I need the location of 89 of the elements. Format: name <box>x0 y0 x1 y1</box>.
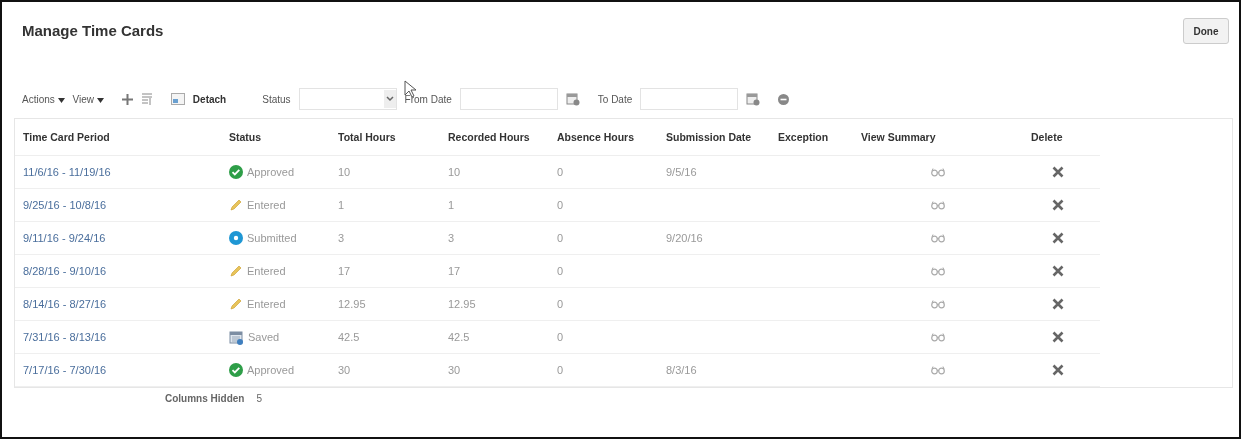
period-link[interactable]: 7/17/16 - 7/30/16 <box>15 364 221 376</box>
column-header[interactable]: Exception <box>770 131 853 143</box>
glasses-icon[interactable] <box>931 299 945 309</box>
glasses-icon[interactable] <box>931 233 945 243</box>
delete-icon[interactable] <box>1052 232 1064 244</box>
table-cell: 42.5 <box>448 331 470 343</box>
calendar-icon[interactable] <box>565 92 580 106</box>
detach-icon[interactable] <box>170 93 185 105</box>
detach-button[interactable]: Detach <box>192 93 227 105</box>
column-header[interactable]: Recorded Hours <box>440 131 549 143</box>
column-header[interactable]: Time Card Period <box>15 131 221 143</box>
table-cell: 12.95 <box>448 298 476 310</box>
pencil-icon <box>229 198 243 212</box>
view-menu[interactable]: View <box>72 93 104 105</box>
from-date-field[interactable] <box>459 88 558 110</box>
table-cell: 0 <box>557 364 564 376</box>
period-link[interactable]: 8/14/16 - 8/27/16 <box>15 298 221 310</box>
delete-icon[interactable] <box>1052 364 1064 376</box>
table-cell: 10 <box>338 166 351 178</box>
actions-menu[interactable]: Actions <box>22 93 65 105</box>
table-cell: 17 <box>338 265 351 277</box>
period-link[interactable]: 8/28/16 - 9/10/16 <box>15 265 221 277</box>
columns-hidden-label: Columns Hidden <box>165 393 245 404</box>
table-cell: 17 <box>448 265 461 277</box>
table-cell: 0 <box>557 331 564 343</box>
calendar-icon <box>229 329 244 345</box>
status-text: Approved <box>247 364 295 376</box>
status-text: Saved <box>248 331 280 343</box>
status-text: Entered <box>247 298 286 310</box>
glasses-icon[interactable] <box>931 200 945 210</box>
delete-icon[interactable] <box>1052 265 1064 277</box>
table-cell: 12.95 <box>338 298 366 310</box>
dot-circle-icon <box>229 231 243 245</box>
table-cell: 0 <box>557 298 564 310</box>
glasses-icon[interactable] <box>931 266 945 276</box>
table-cell: 8/3/16 <box>666 364 697 376</box>
status-text: Approved <box>247 166 295 178</box>
period-link[interactable]: 9/25/16 - 10/8/16 <box>15 199 221 211</box>
pencil-icon <box>229 264 243 278</box>
from-date-label: From Date <box>404 93 452 105</box>
table-cell: 1 <box>448 199 455 211</box>
check-circle-icon <box>229 363 243 377</box>
column-header[interactable]: Absence Hours <box>549 131 658 143</box>
table-cell: 1 <box>338 199 345 211</box>
page-title: Manage Time Cards <box>22 22 164 41</box>
table-cell: 10 <box>448 166 461 178</box>
caret-icon <box>96 97 104 103</box>
to-date-label: To Date <box>597 93 633 105</box>
status-text: Entered <box>247 199 286 211</box>
table-cell: 0 <box>557 199 564 211</box>
freeze-columns-icon[interactable] <box>140 93 153 105</box>
caret-icon <box>57 97 65 103</box>
minus-circle-icon[interactable] <box>778 93 790 105</box>
table-cell: 9/5/16 <box>666 166 697 178</box>
chevron-down-icon <box>383 90 396 108</box>
status-text: Entered <box>247 265 286 277</box>
columns-hidden-count: 5 <box>256 393 262 404</box>
glasses-icon[interactable] <box>931 332 945 342</box>
check-circle-icon <box>229 165 243 179</box>
column-header[interactable]: Status <box>221 131 330 143</box>
period-link[interactable]: 7/31/16 - 8/13/16 <box>15 331 221 343</box>
period-link[interactable]: 11/6/16 - 11/19/16 <box>15 166 221 178</box>
to-date-field[interactable] <box>640 88 739 110</box>
table-cell: 3 <box>338 232 345 244</box>
column-header[interactable]: View Summary <box>853 131 1023 143</box>
column-header[interactable]: Delete <box>1023 131 1093 143</box>
column-header[interactable]: Total Hours <box>330 131 440 143</box>
delete-icon[interactable] <box>1052 298 1064 310</box>
table-cell: 30 <box>338 364 351 376</box>
period-link[interactable]: 9/11/16 - 9/24/16 <box>15 232 221 244</box>
add-icon[interactable] <box>121 93 133 105</box>
delete-icon[interactable] <box>1052 199 1064 211</box>
pencil-icon <box>229 297 243 311</box>
column-header[interactable]: Submission Date <box>658 131 770 143</box>
status-text: Submitted <box>247 232 297 244</box>
delete-icon[interactable] <box>1052 331 1064 343</box>
table-cell: 42.5 <box>338 331 360 343</box>
done-button[interactable]: Done <box>1183 18 1229 44</box>
calendar-icon[interactable] <box>746 92 761 106</box>
table-cell: 0 <box>557 265 564 277</box>
table-cell: 3 <box>448 232 455 244</box>
table-cell: 0 <box>557 166 564 178</box>
table-cell: 0 <box>557 232 564 244</box>
glasses-icon[interactable] <box>931 167 945 177</box>
table-cell: 9/20/16 <box>666 232 703 244</box>
table-cell: 30 <box>448 364 461 376</box>
status-label: Status <box>262 93 291 105</box>
glasses-icon[interactable] <box>931 365 945 375</box>
delete-icon[interactable] <box>1052 166 1064 178</box>
